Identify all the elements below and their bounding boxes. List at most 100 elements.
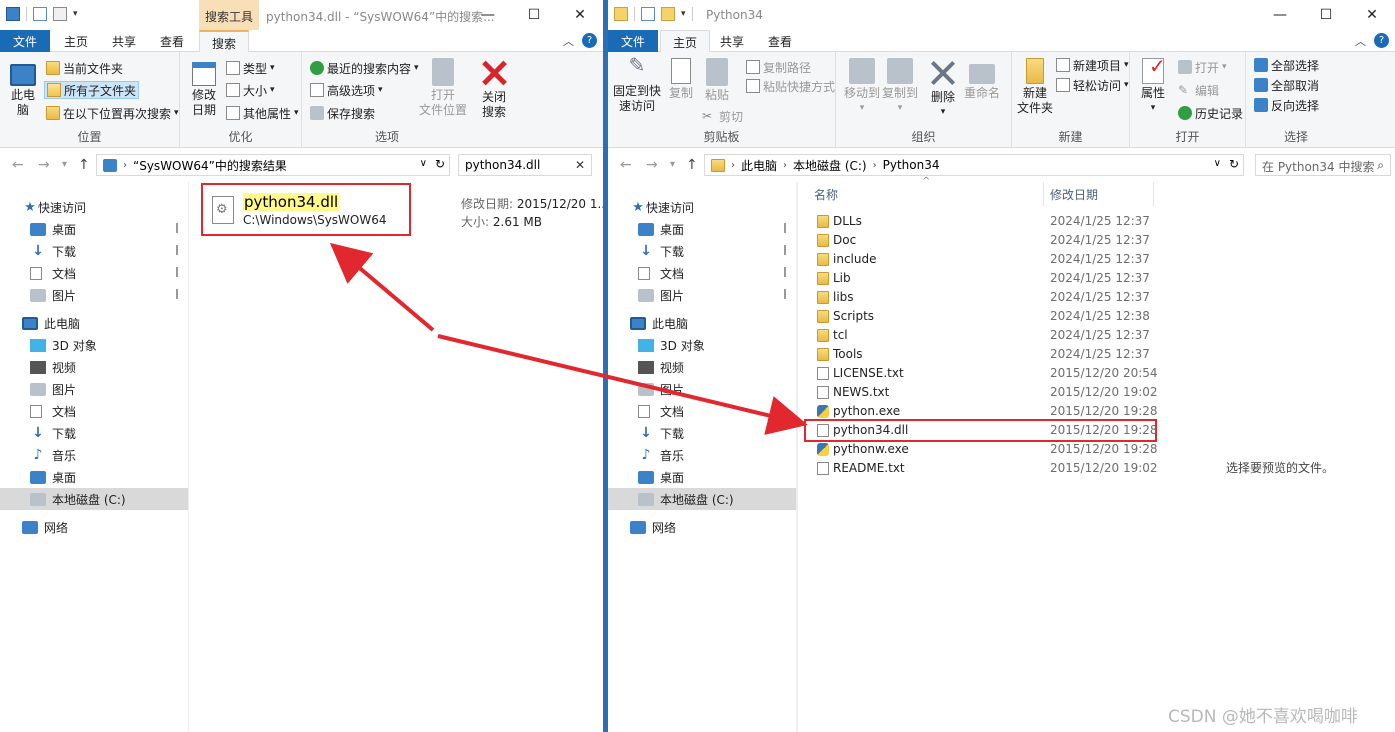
table-row[interactable]: LICENSE.txt 2015/12/20 20:54 xyxy=(806,364,1158,383)
recent-searches-button[interactable]: 最近的搜索内容 ▾ xyxy=(310,59,419,77)
nav-item-desktop[interactable]: 桌面 xyxy=(0,218,188,240)
nav-item-documents[interactable]: 文档 xyxy=(608,262,796,284)
close-search-button[interactable]: 关闭 搜索 xyxy=(476,58,512,120)
tab-file[interactable]: 文件 xyxy=(608,30,658,52)
table-row[interactable]: NEWS.txt 2015/12/20 19:02 xyxy=(806,383,1158,402)
move-to-button[interactable]: 移动到 ▾ xyxy=(844,58,880,116)
recent-locations-icon[interactable]: ▾ xyxy=(670,159,675,170)
column-header-modified[interactable]: 修改日期 xyxy=(1050,186,1098,203)
table-row[interactable]: Doc 2024/1/25 12:37 xyxy=(806,231,1156,250)
delete-button[interactable]: 删除 ▾ xyxy=(928,58,958,120)
column-divider[interactable] xyxy=(1043,182,1044,206)
recent-locations-icon[interactable]: ▾ xyxy=(62,159,67,170)
kind-button[interactable]: 类型 ▾ xyxy=(226,59,275,77)
current-folder-button[interactable]: 当前文件夹 xyxy=(46,59,123,77)
forward-arrow-icon[interactable]: → xyxy=(646,157,658,173)
up-arrow-icon[interactable]: ↑ xyxy=(78,157,90,173)
new-folder-icon[interactable] xyxy=(661,7,675,21)
all-subfolders-button[interactable]: 所有子文件夹 xyxy=(44,81,140,99)
advanced-options-button[interactable]: 高级选项 ▾ xyxy=(310,81,383,99)
column-divider[interactable] xyxy=(1153,182,1154,206)
column-header-name[interactable]: 名称 xyxy=(814,186,838,203)
nav-item-pictures[interactable]: 图片 xyxy=(0,284,188,306)
new-folder-icon[interactable] xyxy=(53,7,67,21)
nav-item-music[interactable]: ♪ 音乐 xyxy=(0,444,188,466)
customize-dropdown-icon[interactable]: ▾ xyxy=(681,9,686,19)
table-row[interactable]: Lib 2024/1/25 12:37 xyxy=(806,269,1156,288)
nav-item-3d-objects[interactable]: 3D 对象 xyxy=(608,334,796,356)
new-folder-button[interactable]: 新建 文件夹 xyxy=(1016,58,1054,116)
nav-quick-access[interactable]: ★ 快速访问 xyxy=(0,196,188,218)
minimize-button[interactable]: — xyxy=(1257,0,1303,30)
nav-network[interactable]: 网络 xyxy=(608,516,796,538)
nav-item-desktop[interactable]: 桌面 xyxy=(608,218,796,240)
up-arrow-icon[interactable]: ↑ xyxy=(686,157,698,173)
search-again-button[interactable]: 在以下位置再次搜索 ▾ xyxy=(46,104,179,122)
collapse-ribbon-icon[interactable]: ︿ xyxy=(563,33,574,49)
nav-item-documents[interactable]: 文档 xyxy=(0,262,188,284)
history-button[interactable]: 历史记录 xyxy=(1178,104,1243,122)
size-button[interactable]: 大小 ▾ xyxy=(226,81,275,99)
tab-view[interactable]: 查看 xyxy=(148,30,196,52)
search-input[interactable]: python34.dll ✕ xyxy=(458,154,592,176)
forward-arrow-icon[interactable]: → xyxy=(38,157,50,173)
rename-button[interactable]: 重命名 xyxy=(964,58,1000,101)
breadcrumb-this-pc[interactable]: 此电脑 xyxy=(741,157,777,174)
nav-item-music[interactable]: ♪ 音乐 xyxy=(608,444,796,466)
table-row[interactable]: DLLs 2024/1/25 12:37 xyxy=(806,212,1156,231)
nav-item-desktop-pc[interactable]: 桌面 xyxy=(0,466,188,488)
nav-network[interactable]: 网络 xyxy=(0,516,188,538)
tab-search[interactable]: 搜索 xyxy=(199,30,250,53)
open-file-location-button[interactable]: 打开 文件位置 xyxy=(416,58,470,118)
close-button[interactable]: ✕ xyxy=(1349,0,1395,30)
easy-access-button[interactable]: 轻松访问 ▾ xyxy=(1056,76,1129,94)
table-row[interactable]: tcl 2024/1/25 12:37 xyxy=(806,326,1156,345)
cut-button[interactable]: ✂ 剪切 xyxy=(702,107,743,125)
search-input[interactable]: 在 Python34 中搜索 ⌕ xyxy=(1255,154,1391,176)
nav-item-downloads-pc[interactable]: ↓ 下载 xyxy=(608,422,796,444)
clear-search-icon[interactable]: ✕ xyxy=(575,158,585,172)
nav-quick-access[interactable]: ★ 快速访问 xyxy=(608,196,796,218)
invert-selection-button[interactable]: 反向选择 xyxy=(1254,96,1319,114)
close-button[interactable]: ✕ xyxy=(557,0,603,30)
maximize-button[interactable]: ☐ xyxy=(511,0,557,30)
nav-item-downloads-pc[interactable]: ↓ 下载 xyxy=(0,422,188,444)
chevron-down-icon[interactable]: ∨ xyxy=(1214,158,1221,169)
nav-item-downloads[interactable]: ↓ 下载 xyxy=(0,240,188,262)
copy-to-button[interactable]: 复制到 ▾ xyxy=(882,58,918,116)
pin-quick-access-button[interactable]: ✎ 固定到快 速访问 xyxy=(612,55,662,114)
back-arrow-icon[interactable]: ← xyxy=(620,157,632,173)
table-row[interactable]: Tools 2024/1/25 12:37 xyxy=(806,345,1156,364)
select-none-button[interactable]: 全部取消 xyxy=(1254,76,1319,94)
breadcrumb-local-disk[interactable]: 本地磁盘 (C:) xyxy=(793,157,867,174)
table-row[interactable]: libs 2024/1/25 12:37 xyxy=(806,288,1156,307)
table-row[interactable]: pythonw.exe 2015/12/20 19:28 xyxy=(806,440,1158,459)
tab-home[interactable]: 主页 xyxy=(52,30,100,52)
tab-share[interactable]: 共享 xyxy=(100,30,148,52)
other-properties-button[interactable]: 其他属性 ▾ xyxy=(226,104,299,122)
help-icon[interactable]: ? xyxy=(582,33,597,48)
tab-file[interactable]: 文件 xyxy=(0,30,50,52)
tab-home[interactable]: 主页 xyxy=(660,30,711,53)
refresh-icon[interactable]: ↻ xyxy=(435,157,445,171)
breadcrumb-python34[interactable]: Python34 xyxy=(883,158,940,172)
nav-item-pictures[interactable]: 图片 xyxy=(608,284,796,306)
copy-button[interactable]: 复制 xyxy=(666,58,696,101)
address-bar[interactable]: › “SysWOW64”中的搜索结果 ∨ ↻ xyxy=(96,154,450,176)
nav-item-documents-pc[interactable]: 文档 xyxy=(608,400,796,422)
collapse-ribbon-icon[interactable]: ︿ xyxy=(1355,33,1366,49)
nav-item-local-disk[interactable]: 本地磁盘 (C:) xyxy=(0,488,188,510)
nav-this-pc[interactable]: 此电脑 xyxy=(608,312,796,334)
modified-date-button[interactable]: 修改 日期 xyxy=(186,58,222,118)
paste-shortcut-button[interactable]: 粘贴快捷方式 xyxy=(746,77,835,95)
maximize-button[interactable]: ☐ xyxy=(1303,0,1349,30)
this-pc-button[interactable]: 此电 脑 xyxy=(6,58,40,118)
help-icon[interactable]: ? xyxy=(1374,33,1389,48)
properties-button[interactable]: 属性 ▾ xyxy=(1138,58,1168,116)
properties-icon[interactable] xyxy=(641,7,655,21)
refresh-icon[interactable]: ↻ xyxy=(1229,157,1239,171)
nav-item-pictures-pc[interactable]: 图片 xyxy=(608,378,796,400)
back-arrow-icon[interactable]: ← xyxy=(12,157,24,173)
table-row[interactable]: Scripts 2024/1/25 12:38 xyxy=(806,307,1156,326)
select-all-button[interactable]: 全部选择 xyxy=(1254,56,1319,74)
